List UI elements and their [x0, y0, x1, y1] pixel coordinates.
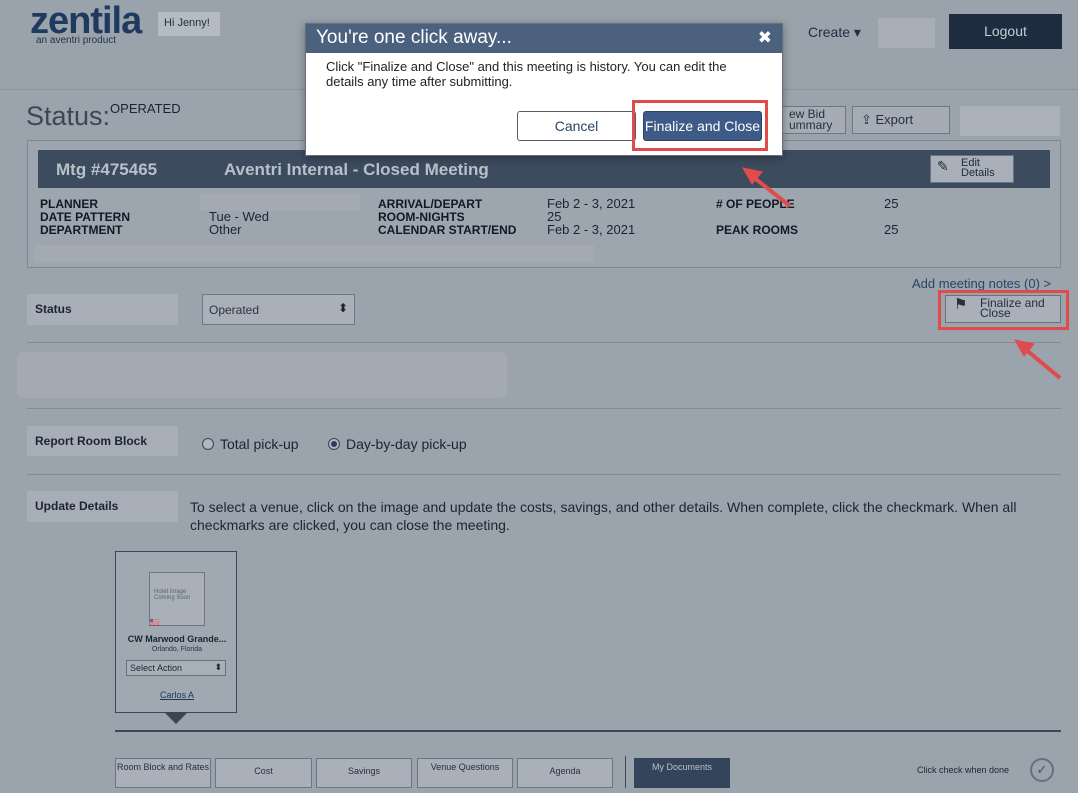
- edit-details-label: Edit Details: [961, 157, 995, 179]
- venue-action-select-value: Select Action: [130, 663, 183, 673]
- export-button[interactable]: ⇪ Export: [852, 106, 950, 134]
- check-when-done-label: Click check when done: [917, 765, 1010, 775]
- divider: [27, 408, 1061, 409]
- tab-agenda[interactable]: Agenda: [517, 758, 613, 788]
- redacted-area: [878, 18, 935, 48]
- venue-pointer-triangle: [165, 713, 187, 724]
- updown-arrow-icon: ⬍: [337, 301, 348, 315]
- us-flag-icon: 🇺🇸: [149, 618, 159, 627]
- updown-arrow-icon: ⬍: [214, 662, 222, 672]
- calendar-label: CALENDAR START/END: [378, 223, 517, 237]
- department-value: Other: [209, 222, 242, 237]
- update-details-label: Update Details: [27, 491, 178, 522]
- status-row-label: Status: [27, 294, 178, 325]
- department-label: DEPARTMENT: [40, 223, 123, 237]
- room-block-label: Report Room Block: [27, 426, 178, 456]
- meeting-name: Aventri Internal - Closed Meeting: [224, 160, 489, 179]
- redacted-area: [17, 352, 507, 398]
- page-title: Status: OPERATED: [26, 101, 181, 132]
- redacted-area: [960, 106, 1060, 136]
- tab-savings[interactable]: Savings: [316, 758, 412, 788]
- logout-button[interactable]: Logout: [949, 14, 1062, 49]
- day-by-day-pickup-label[interactable]: Day-by-day pick-up: [346, 436, 467, 452]
- dialog-header: You're one click away... ✖: [306, 24, 782, 53]
- dialog-message: Click "Finalize and Close" and this meet…: [326, 59, 727, 89]
- calendar-value: Feb 2 - 3, 2021: [547, 222, 636, 237]
- highlight-box-modal-finalize: [632, 100, 768, 151]
- logo-subtitle: an aventri product: [36, 35, 117, 46]
- dialog-title: You're one click away...: [316, 27, 512, 48]
- peak-rooms-label: PEAK ROOMS: [716, 223, 799, 237]
- people-value: 25: [884, 196, 899, 211]
- status-value: OPERATED: [110, 101, 181, 116]
- bid-summary-button[interactable]: ew Bid ummary: [782, 106, 846, 134]
- total-pickup-radio[interactable]: [202, 438, 214, 450]
- venue-name: CW Marwood Grande...: [127, 634, 227, 644]
- status-select-value: Operated: [209, 303, 260, 317]
- divider: [27, 342, 1061, 343]
- divider: [27, 474, 1061, 475]
- people-label: # OF PEOPLE: [716, 197, 795, 211]
- tab-my-documents[interactable]: My Documents: [634, 758, 730, 788]
- user-greeting: Hi Jenny!: [158, 12, 220, 36]
- update-details-instructions: To select a venue, click on the image an…: [190, 499, 1017, 533]
- venue-action-select[interactable]: Select Action ⬍: [126, 660, 226, 676]
- export-label: Export: [875, 112, 914, 127]
- venue-card[interactable]: Hotel Image Coming Soon 🇺🇸 CW Marwood Gr…: [115, 551, 237, 713]
- cancel-button[interactable]: Cancel: [517, 111, 636, 141]
- venue-owner-link[interactable]: Carlos A: [116, 690, 238, 700]
- tab-room-block-and-rates[interactable]: Room Block and Rates: [115, 758, 211, 788]
- highlight-box-page-finalize: [938, 290, 1069, 330]
- edit-details-button[interactable]: ✎ Edit Details: [930, 155, 1014, 183]
- upload-icon: ⇪: [861, 112, 876, 127]
- tab-cost[interactable]: Cost: [215, 758, 312, 788]
- meeting-number: Mtg #475465: [56, 160, 158, 179]
- status-select[interactable]: Operated ⬍: [202, 294, 355, 325]
- status-label: Status:: [26, 101, 111, 131]
- arrival-label: ARRIVAL/DEPART: [378, 197, 483, 211]
- room-nights-label: ROOM-NIGHTS: [378, 210, 465, 224]
- add-meeting-notes-link[interactable]: Add meeting notes (0) >: [912, 276, 1051, 291]
- edit-icon: ✎: [937, 158, 949, 174]
- date-pattern-label: DATE PATTERN: [40, 210, 130, 224]
- tab-separator: [625, 756, 626, 788]
- create-menu[interactable]: Create ▾: [808, 24, 861, 41]
- tab-venue-questions[interactable]: Venue Questions: [417, 758, 513, 788]
- venue-city: Orlando, Florida: [151, 646, 203, 653]
- meeting-summary-panel: Mtg #475465 Aventri Internal - Closed Me…: [27, 140, 1061, 268]
- checkmark-icon[interactable]: ✓: [1030, 758, 1054, 782]
- redacted-area: [34, 245, 594, 263]
- planner-label: PLANNER: [40, 197, 99, 211]
- total-pickup-label[interactable]: Total pick-up: [220, 436, 299, 452]
- peak-rooms-value: 25: [884, 222, 899, 237]
- tabs-divider: [115, 730, 1061, 732]
- day-by-day-pickup-radio[interactable]: [328, 438, 340, 450]
- close-icon[interactable]: ✖: [758, 28, 772, 48]
